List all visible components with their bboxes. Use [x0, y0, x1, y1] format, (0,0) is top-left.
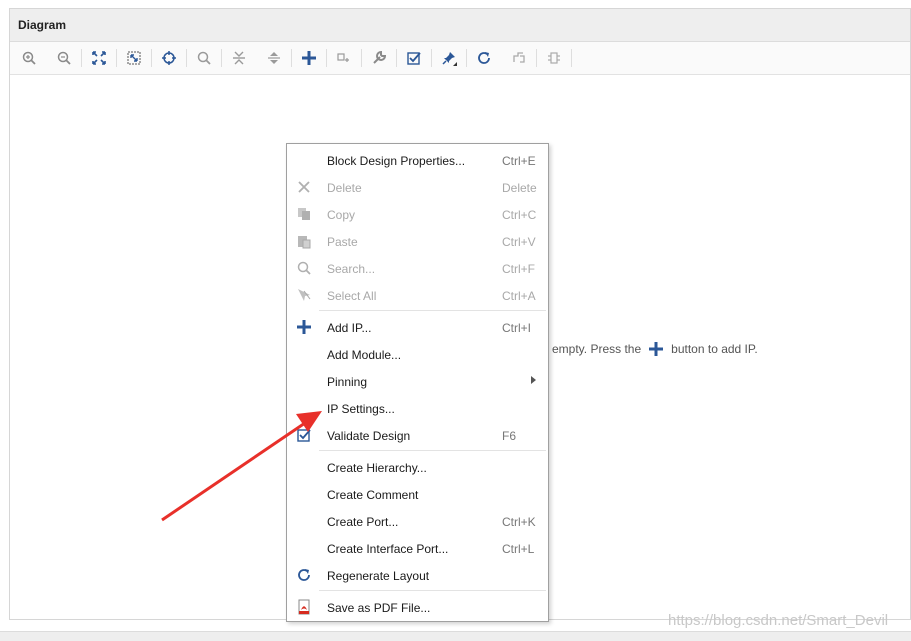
panel-title-bar: Diagram: [10, 9, 910, 42]
menu-item-search[interactable]: Search... Ctrl+F: [287, 254, 548, 281]
menu-item-save-as-pdf[interactable]: Save as PDF File...: [287, 593, 548, 620]
menu-item-shortcut: Ctrl+I: [502, 321, 532, 335]
menu-item-add-ip[interactable]: Add IP... Ctrl+I: [287, 313, 548, 340]
validate-icon[interactable]: [403, 48, 425, 68]
menu-item-paste[interactable]: Paste Ctrl+V: [287, 227, 548, 254]
menu-item-create-interface-port[interactable]: Create Interface Port... Ctrl+L: [287, 534, 548, 561]
menu-item-regenerate-layout[interactable]: Regenerate Layout: [287, 561, 548, 588]
search-icon[interactable]: [193, 48, 215, 68]
select-all-icon: [295, 286, 313, 304]
menu-item-add-module[interactable]: Add Module...: [287, 340, 548, 367]
expand-icon[interactable]: [263, 48, 285, 68]
context-menu: Block Design Properties... Ctrl+E Delete…: [286, 143, 549, 622]
menu-item-shortcut: Ctrl+A: [502, 289, 536, 303]
validate-check-icon: [295, 426, 313, 444]
menu-item-shortcut: Ctrl+C: [502, 208, 537, 222]
menu-item-shortcut: Ctrl+V: [502, 235, 536, 249]
menu-item-shortcut: Ctrl+K: [502, 515, 536, 529]
menu-item-delete[interactable]: Delete Delete: [287, 173, 548, 200]
menu-item-label: Add IP...: [327, 321, 372, 335]
diagram-toolbar: [10, 42, 910, 75]
regenerate-icon[interactable]: [508, 48, 530, 68]
zoom-in-icon[interactable]: [18, 48, 40, 68]
menu-item-label: Validate Design: [327, 429, 411, 443]
paste-icon: [295, 232, 313, 250]
menu-item-label: Create Port...: [327, 515, 399, 529]
menu-item-copy[interactable]: Copy Ctrl+C: [287, 200, 548, 227]
menu-item-shortcut: F6: [502, 429, 517, 443]
plus-icon: [641, 341, 671, 357]
menu-item-label: Copy: [327, 208, 356, 222]
search-icon: [295, 259, 313, 277]
menu-item-shortcut: Delete: [502, 181, 537, 195]
menu-item-label: Save as PDF File...: [327, 601, 431, 615]
menu-item-label: Select All: [327, 289, 377, 303]
empty-diagram-message: n is empty. Press the button to add IP.: [530, 341, 758, 357]
delete-x-icon: [295, 178, 313, 196]
menu-item-pinning[interactable]: Pinning: [287, 367, 548, 394]
menu-item-label: Regenerate Layout: [327, 569, 430, 583]
center-target-icon[interactable]: [158, 48, 180, 68]
menu-item-label: Paste: [327, 235, 358, 249]
menu-item-label: Block Design Properties...: [327, 154, 466, 168]
menu-item-shortcut: Ctrl+F: [502, 262, 535, 276]
pin-icon[interactable]: [438, 48, 460, 68]
add-ip-icon[interactable]: [298, 48, 320, 68]
menu-item-label: Delete: [327, 181, 362, 195]
menu-item-create-comment[interactable]: Create Comment: [287, 480, 548, 507]
refresh-icon[interactable]: [473, 48, 495, 68]
zoom-area-icon[interactable]: [123, 48, 145, 68]
properties-wrench-icon[interactable]: [368, 48, 390, 68]
menu-item-label: Create Hierarchy...: [327, 461, 427, 475]
port-icon[interactable]: [543, 48, 565, 68]
pdf-icon: [295, 598, 313, 616]
zoom-out-icon[interactable]: [53, 48, 75, 68]
copy-icon: [295, 205, 313, 223]
menu-item-label: IP Settings...: [327, 402, 395, 416]
plus-icon: [295, 318, 313, 336]
menu-item-label: Create Comment: [327, 488, 419, 502]
menu-item-block-design-properties[interactable]: Block Design Properties... Ctrl+E: [287, 146, 548, 173]
submenu-arrow-icon: [531, 376, 536, 384]
menu-item-validate-design[interactable]: Validate Design F6: [287, 421, 548, 448]
menu-item-ip-settings[interactable]: IP Settings...: [287, 394, 548, 421]
zoom-fit-icon[interactable]: [88, 48, 110, 68]
watermark-text: https://blog.csdn.net/Smart_Devil: [668, 612, 889, 629]
menu-item-label: Add Module...: [327, 348, 402, 362]
menu-item-label: Pinning: [327, 375, 368, 389]
menu-item-shortcut: Ctrl+L: [502, 542, 535, 556]
menu-item-create-hierarchy[interactable]: Create Hierarchy...: [287, 453, 548, 480]
menu-item-label: Create Interface Port...: [327, 542, 449, 556]
panel-title: Diagram: [18, 18, 67, 32]
empty-message-text-after: button to add IP.: [671, 342, 758, 356]
menu-item-label: Search...: [327, 262, 376, 276]
add-module-icon[interactable]: [333, 48, 355, 68]
menu-item-shortcut: Ctrl+E: [502, 154, 536, 168]
menu-item-create-port[interactable]: Create Port... Ctrl+K: [287, 507, 548, 534]
menu-item-select-all[interactable]: Select All Ctrl+A: [287, 281, 548, 308]
collapse-icon[interactable]: [228, 48, 250, 68]
regenerate-icon: [295, 566, 313, 584]
